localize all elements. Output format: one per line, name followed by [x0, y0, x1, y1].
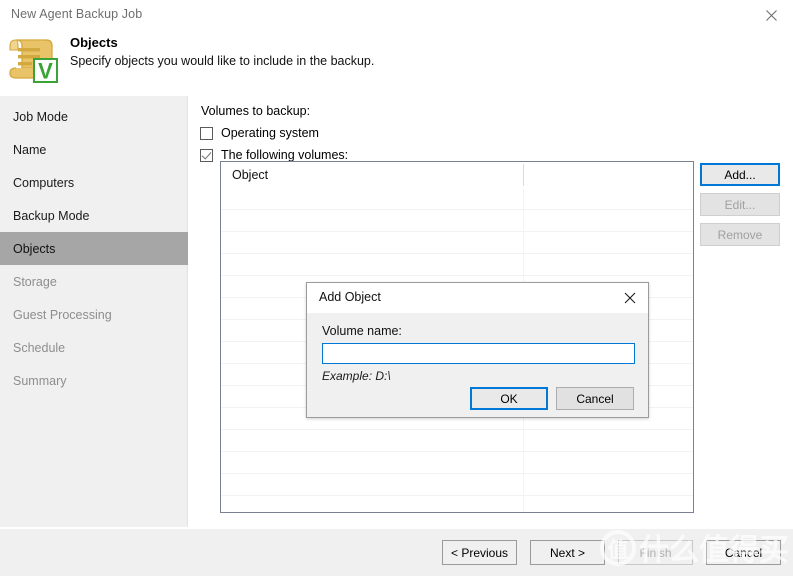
- wizard-footer: < Previous Next > Finish Cancel: [0, 528, 793, 576]
- sidebar-item-label: Computers: [13, 175, 75, 190]
- window-title: New Agent Backup Job: [11, 7, 143, 21]
- remove-button[interactable]: Remove: [700, 223, 780, 246]
- sidebar-item-label: Storage: [13, 274, 57, 289]
- finish-button[interactable]: Finish: [618, 540, 693, 565]
- checkbox-operating-system[interactable]: Operating system: [200, 124, 319, 142]
- sidebar-item-computers[interactable]: Computers: [0, 166, 188, 199]
- ok-button[interactable]: OK: [470, 387, 548, 410]
- wizard-window: New Agent Backup Job V Objects Specify o…: [0, 0, 793, 576]
- close-icon[interactable]: [750, 0, 793, 30]
- checkbox-box: [200, 126, 213, 140]
- row-divider: [221, 495, 693, 496]
- edit-button[interactable]: Edit...: [700, 193, 780, 216]
- sidebar-item-label: Schedule: [13, 340, 66, 355]
- next-button[interactable]: Next >: [530, 540, 605, 565]
- row-divider: [221, 473, 693, 474]
- wizard-content-pane: Volumes to backup: Operating system The …: [189, 96, 793, 527]
- row-divider: [221, 451, 693, 452]
- column-divider[interactable]: [523, 164, 524, 186]
- row-divider: [221, 275, 693, 276]
- volume-name-label: Volume name:: [322, 324, 402, 338]
- sidebar-item-label: Job Mode: [13, 109, 68, 124]
- sidebar-item-storage[interactable]: Storage: [0, 265, 188, 298]
- wizard-header: V Objects Specify objects you would like…: [0, 31, 793, 96]
- cancel-button[interactable]: Cancel: [556, 387, 634, 410]
- close-icon[interactable]: [612, 283, 648, 312]
- volume-name-input[interactable]: [322, 343, 635, 364]
- sidebar-item-schedule[interactable]: Schedule: [0, 331, 188, 364]
- list-header-row: Object: [221, 162, 693, 188]
- window-titlebar: New Agent Backup Job: [0, 0, 793, 31]
- sidebar-item-backup-mode[interactable]: Backup Mode: [0, 199, 188, 232]
- sidebar-item-guest-processing[interactable]: Guest Processing: [0, 298, 188, 331]
- sidebar-item-label: Summary: [13, 373, 67, 388]
- sidebar-item-label: Name: [13, 142, 47, 157]
- dialog-titlebar: Add Object: [307, 283, 648, 313]
- row-divider: [221, 429, 693, 430]
- previous-button[interactable]: < Previous: [442, 540, 517, 565]
- sidebar-item-name[interactable]: Name: [0, 133, 188, 166]
- volumes-to-backup-label: Volumes to backup:: [201, 104, 311, 118]
- row-divider: [221, 253, 693, 254]
- wizard-step-sidebar: Job Mode Name Computers Backup Mode Obje…: [0, 96, 188, 527]
- example-hint: Example: D:\: [322, 369, 391, 383]
- checkbox-box: [200, 148, 213, 162]
- cancel-button[interactable]: Cancel: [706, 540, 781, 565]
- row-divider: [221, 209, 693, 210]
- column-header-object: Object: [232, 168, 269, 182]
- checkbox-label: Operating system: [221, 126, 319, 140]
- page-subtitle: Specify objects you would like to includ…: [70, 54, 375, 68]
- sidebar-item-label: Guest Processing: [13, 307, 112, 322]
- dialog-title: Add Object: [319, 290, 381, 304]
- sidebar-item-label: Backup Mode: [13, 208, 90, 223]
- veeam-document-icon: V: [8, 32, 68, 84]
- sidebar-item-summary[interactable]: Summary: [0, 364, 188, 397]
- add-object-dialog: Add Object Volume name: Example: D:\ OK …: [306, 282, 649, 418]
- row-divider: [221, 231, 693, 232]
- add-button[interactable]: Add...: [700, 163, 780, 186]
- svg-text:V: V: [38, 59, 53, 84]
- page-title: Objects: [70, 35, 118, 50]
- sidebar-item-job-mode[interactable]: Job Mode: [0, 100, 188, 133]
- sidebar-item-objects[interactable]: Objects: [0, 232, 188, 265]
- checkbox-label: The following volumes:: [221, 148, 349, 162]
- sidebar-item-label: Objects: [13, 241, 56, 256]
